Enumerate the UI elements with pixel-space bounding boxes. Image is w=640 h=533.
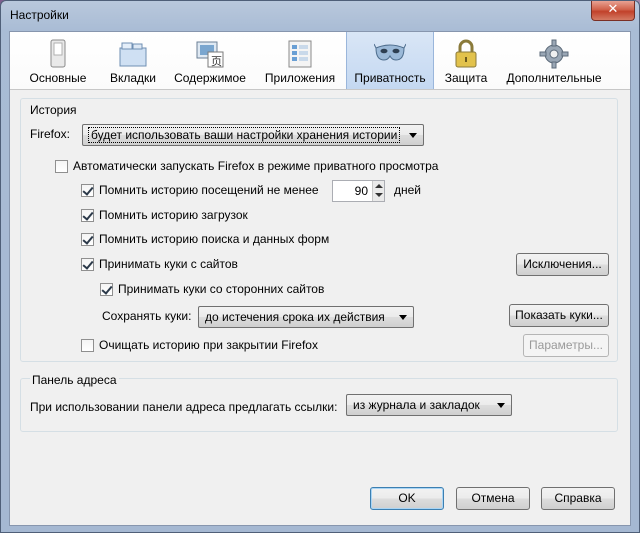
history-mode-select[interactable]: будет использовать ваши настройки хранен… [82, 124, 424, 146]
address-suggest-value: из журнала и закладок [353, 398, 480, 412]
dialog-client: Основные Вкладки 页 Содержимое Приложения… [9, 31, 631, 526]
clear-on-close-checkbox[interactable] [81, 339, 94, 352]
history-group-title: История [30, 103, 77, 117]
remember-downloads-checkbox[interactable] [81, 209, 94, 222]
keep-cookies-select[interactable]: до истечения срока их действия [198, 306, 414, 328]
tab-tabs-label: Вкладки [109, 71, 157, 85]
tab-tabs[interactable]: Вкладки [104, 32, 162, 89]
days-unit-label: дней [394, 183, 422, 197]
tab-applications[interactable]: Приложения [260, 32, 340, 89]
address-suggest-select[interactable]: из журнала и закладок [346, 394, 512, 416]
stepper-up-icon[interactable] [375, 184, 383, 188]
accept-cookies-label: Принимать куки с сайтов [99, 257, 238, 271]
close-button[interactable]: ✕ [591, 1, 635, 21]
remember-visits-checkbox[interactable] [81, 184, 94, 197]
tab-content[interactable]: 页 Содержимое [168, 32, 252, 89]
cancel-button[interactable]: Отмена [456, 487, 530, 510]
exceptions-button[interactable]: Исключения... [516, 253, 609, 276]
tab-privacy[interactable]: Приватность [346, 32, 434, 89]
content-icon: 页 [196, 41, 224, 68]
history-mode-value: будет использовать ваши настройки хранен… [87, 127, 401, 143]
clear-settings-button[interactable]: Параметры... [523, 334, 609, 357]
padlock-icon [455, 39, 477, 68]
mask-icon [374, 43, 406, 61]
stepper-down-icon[interactable] [375, 193, 383, 197]
ok-button[interactable]: OK [370, 487, 444, 510]
category-toolbar: Основные Вкладки 页 Содержимое Приложения… [10, 32, 630, 90]
show-cookies-button[interactable]: Показать куки... [509, 304, 609, 327]
clear-on-close-label: Очищать историю при закрытии Firefox [99, 338, 318, 352]
settings-window: Настройки ✕ Основные Вкладки 页 Содержимо… [0, 0, 640, 533]
switch-icon [50, 39, 66, 68]
accept-cookies-checkbox[interactable] [81, 258, 94, 271]
accept-third-party-checkbox[interactable] [100, 283, 113, 296]
tab-security[interactable]: Защита [438, 32, 494, 89]
tab-privacy-label: Приватность [354, 71, 426, 85]
remember-downloads-label: Помнить историю загрузок [99, 208, 248, 222]
address-bar-group-title: Панель адреса [30, 373, 119, 387]
applications-icon [288, 40, 312, 68]
tab-security-label: Защита [444, 71, 488, 85]
tab-advanced[interactable]: Дополнительные [502, 32, 606, 89]
svg-text:页: 页 [211, 55, 222, 68]
keep-cookies-label: Сохранять куки: [102, 309, 192, 323]
gear-icon [539, 39, 569, 69]
autostart-private-label: Автоматически запускать Firefox в режиме… [73, 159, 439, 173]
close-icon: ✕ [607, 2, 619, 17]
tab-general-label: Основные [29, 71, 87, 85]
firefox-mode-label: Firefox: [30, 127, 71, 141]
address-suggest-label: При использовании панели адреса предлага… [30, 400, 338, 414]
tabs-icon [119, 42, 147, 67]
accept-third-party-label: Принимать куки со сторонних сайтов [118, 282, 325, 296]
title-bar[interactable]: Настройки ✕ [1, 1, 639, 31]
chevron-down-icon [497, 403, 505, 408]
tab-advanced-label: Дополнительные [506, 71, 602, 85]
tab-general[interactable]: Основные [24, 32, 92, 89]
stepper-buttons[interactable] [372, 181, 384, 201]
remember-search-label: Помнить историю поиска и данных форм [99, 232, 330, 246]
tab-content-label: Содержимое [174, 71, 246, 85]
tab-applications-label: Приложения [264, 71, 336, 85]
keep-cookies-value: до истечения срока их действия [205, 310, 385, 324]
remember-search-checkbox[interactable] [81, 233, 94, 246]
help-button[interactable]: Справка [541, 487, 615, 510]
autostart-private-checkbox[interactable] [55, 160, 68, 173]
remember-visits-label: Помнить историю посещений не менее [99, 183, 319, 197]
window-title: Настройки [10, 8, 69, 22]
history-days-value: 90 [354, 184, 368, 198]
chevron-down-icon [409, 133, 417, 138]
chevron-down-icon [399, 315, 407, 320]
history-days-stepper[interactable]: 90 [332, 180, 385, 202]
